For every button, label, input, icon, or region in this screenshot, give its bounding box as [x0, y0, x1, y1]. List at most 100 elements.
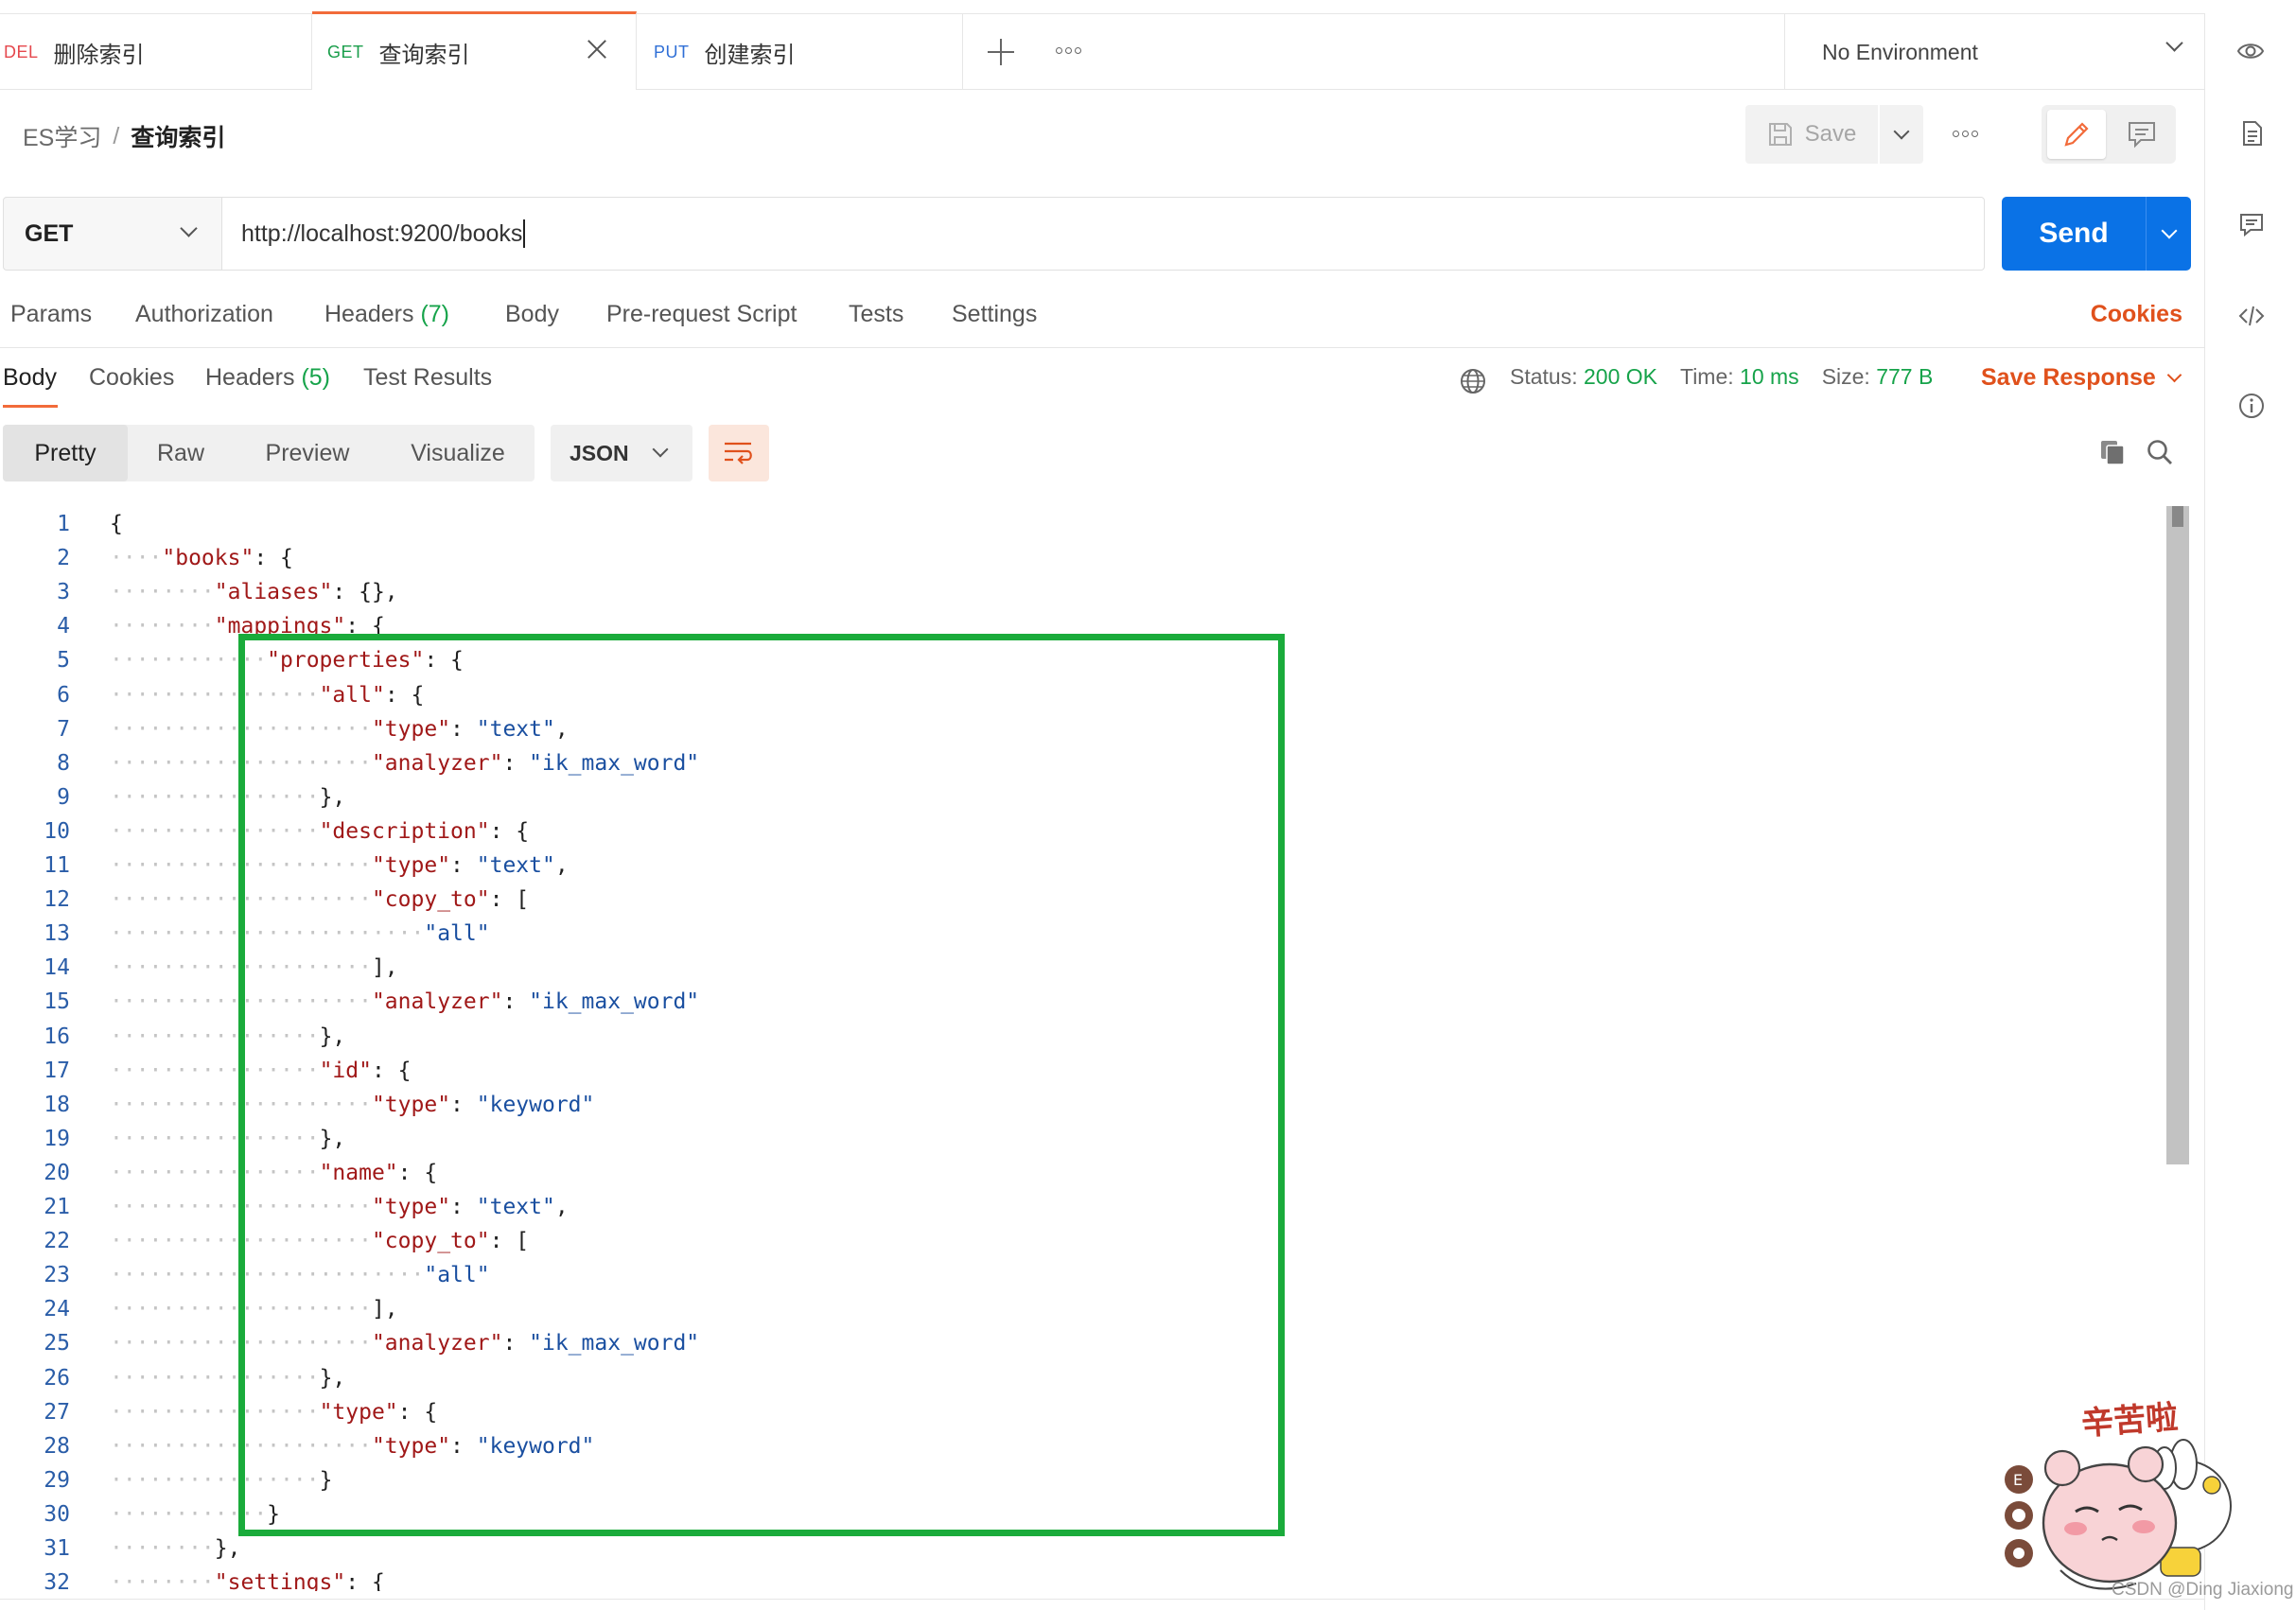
json-key: "type"	[371, 853, 451, 878]
tab-body[interactable]: Body	[505, 301, 559, 328]
environment-select[interactable]: No Environment	[1822, 14, 2183, 90]
save-options-dropdown[interactable]	[1880, 105, 1923, 164]
close-icon[interactable]	[583, 35, 611, 63]
json-string: "text"	[476, 853, 555, 878]
more-actions-icon[interactable]	[1953, 131, 1978, 137]
view-preview[interactable]: Preview	[234, 425, 381, 481]
json-punctuation: :	[450, 1092, 477, 1117]
code-text: ····················"analyzer": "ik_max_…	[110, 1331, 699, 1356]
documentation-icon[interactable]	[2237, 119, 2266, 148]
view-visualize[interactable]: Visualize	[381, 425, 535, 481]
tab-query-index[interactable]: GET 查询索引	[312, 11, 637, 90]
code-text: ········"settings": {	[110, 1570, 385, 1591]
send-button[interactable]: Send	[2002, 197, 2146, 271]
code-line: 14 ····················],	[0, 951, 397, 985]
line-number: 29	[44, 1467, 70, 1493]
chevron-down-icon	[180, 219, 198, 237]
tab-headers[interactable]: Headers (7)	[324, 301, 449, 328]
json-punctuation: : {	[345, 1570, 385, 1591]
indent-guide: ················	[110, 1024, 320, 1049]
json-punctuation: },	[319, 1024, 346, 1049]
code-line: 11 ····················"type": "text",	[0, 849, 568, 883]
line-number: 16	[44, 1024, 70, 1049]
send-options-dropdown[interactable]	[2146, 197, 2191, 271]
divider	[0, 1599, 2204, 1600]
status-info[interactable]: Status: 200 OK	[1510, 364, 1657, 390]
size-info[interactable]: Size: 777 B	[1822, 364, 1934, 390]
cookies-link[interactable]: Cookies	[2091, 301, 2182, 328]
tab-tests[interactable]: Tests	[849, 301, 903, 328]
response-meta: Status: 200 OK Time: 10 ms Size: 777 B	[1510, 364, 1933, 390]
code-line: 27 ················"type": {	[0, 1395, 437, 1429]
tab-delete-index[interactable]: DEL 删除索引	[0, 14, 312, 90]
response-tab-test-results[interactable]: Test Results	[363, 364, 492, 392]
text-cursor	[523, 219, 526, 248]
breadcrumb-separator: /	[113, 122, 120, 149]
json-key: "mappings"	[214, 614, 346, 639]
code-line: 24 ····················],	[0, 1292, 397, 1326]
line-number: 2	[57, 546, 70, 571]
code-line: 2 ····"books": {	[0, 541, 293, 575]
json-punctuation: : {	[424, 648, 464, 674]
json-key: "name"	[319, 1160, 398, 1185]
response-tab-cookies[interactable]: Cookies	[89, 364, 174, 392]
json-punctuation: ,	[554, 853, 569, 878]
indent-guide: ····················	[110, 716, 372, 742]
view-pretty[interactable]: Pretty	[3, 425, 128, 481]
editor-scrollbar-thumb[interactable]	[2166, 506, 2189, 1164]
url-input[interactable]: http://localhost:9200/books	[222, 197, 1985, 271]
comment-icon	[2129, 122, 2155, 149]
response-tab-body[interactable]: Body	[3, 364, 57, 392]
json-punctuation: ],	[371, 955, 398, 981]
save-button[interactable]: Save	[1745, 105, 1878, 164]
save-response-button[interactable]: Save Response	[1981, 364, 2182, 392]
response-tab-headers[interactable]: Headers (5)	[205, 364, 330, 392]
code-line: 16 ················},	[0, 1020, 345, 1054]
wrap-lines-button[interactable]	[709, 425, 769, 481]
copy-icon[interactable]	[2098, 438, 2127, 466]
http-method-select[interactable]: GET	[3, 197, 222, 271]
tab-create-index[interactable]: PUT 创建索引	[637, 14, 963, 90]
time-info[interactable]: Time: 10 ms	[1680, 364, 1799, 390]
line-number: 26	[44, 1365, 70, 1391]
save-response-label: Save Response	[1981, 364, 2156, 391]
json-key: "type"	[319, 1399, 398, 1425]
json-punctuation: :	[450, 853, 477, 878]
code-line: 17 ················"id": {	[0, 1054, 411, 1088]
more-tabs-icon[interactable]	[1056, 47, 1081, 54]
time-label: Time:	[1680, 364, 1734, 389]
info-icon[interactable]	[2237, 392, 2266, 420]
code-text: ················"name": {	[110, 1161, 437, 1185]
tab-params[interactable]: Params	[10, 301, 92, 328]
save-icon	[1768, 123, 1792, 146]
indent-guide: ················	[110, 1399, 320, 1425]
chevron-down-icon	[1893, 123, 1910, 140]
indent-guide: ····················	[110, 1297, 372, 1322]
tab-method: PUT	[654, 42, 690, 61]
tab-authorization[interactable]: Authorization	[135, 301, 273, 328]
comments-icon[interactable]	[2237, 210, 2266, 238]
line-number: 1	[57, 512, 70, 536]
response-format-select[interactable]: JSON	[551, 425, 692, 481]
response-body-editor[interactable]: 1{2 ····"books": {3 ········"aliases": {},…	[0, 505, 2185, 1591]
indent-guide: ····	[110, 546, 163, 571]
breadcrumb-request-name[interactable]: 查询索引	[131, 119, 225, 153]
line-number: 25	[44, 1331, 70, 1356]
json-punctuation: :	[502, 1331, 530, 1356]
code-line: 30 ············}	[0, 1497, 280, 1531]
tab-settings[interactable]: Settings	[952, 301, 1037, 328]
view-raw[interactable]: Raw	[128, 425, 234, 481]
comment-mode-button[interactable]	[2113, 110, 2170, 159]
line-number: 23	[44, 1263, 70, 1288]
code-line: 25 ····················"analyzer": "ik_ma…	[0, 1326, 699, 1360]
eye-icon[interactable]	[2236, 37, 2265, 65]
json-punctuation: : {	[397, 1160, 438, 1185]
breadcrumb-collection[interactable]: ES学习	[23, 119, 101, 153]
tab-prerequest-script[interactable]: Pre-request Script	[606, 301, 797, 328]
code-snippet-icon[interactable]	[2237, 302, 2266, 330]
globe-icon[interactable]	[1459, 367, 1487, 395]
edit-mode-button[interactable]	[2047, 110, 2106, 159]
new-tab-plus-icon[interactable]	[984, 35, 1018, 69]
search-icon[interactable]	[2146, 438, 2174, 466]
save-label: Save	[1804, 121, 1857, 147]
